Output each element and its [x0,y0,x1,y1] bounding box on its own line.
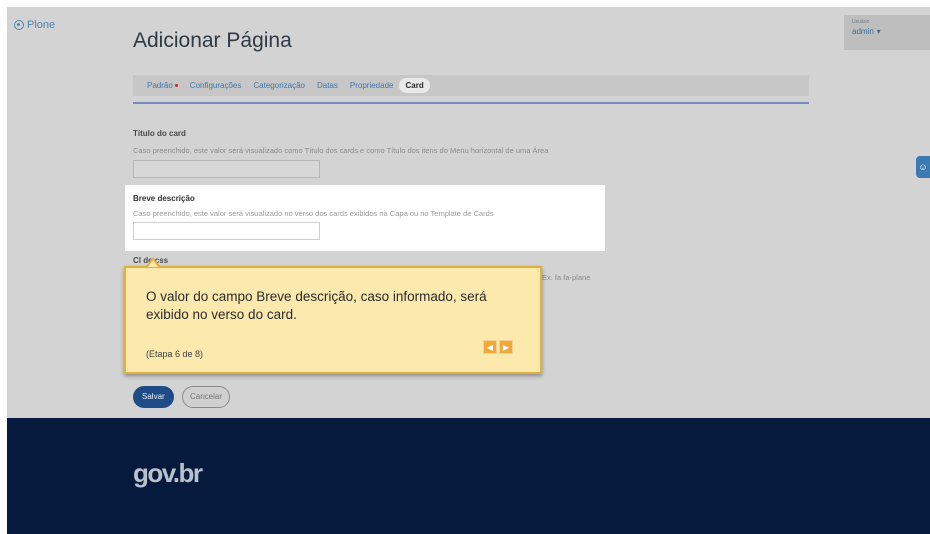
short-description-label: Breve descrição [133,194,195,203]
tour-next-button[interactable]: ▶ [499,340,513,354]
user-name: admin [852,27,874,36]
tour-tooltip: O valor do campo Breve descrição, caso i… [124,266,542,374]
govbr-logo[interactable]: gov.br [133,458,203,489]
accessibility-widget[interactable]: ☺ [916,156,930,178]
cancel-button[interactable]: Cancelar [182,386,231,408]
tab-label: Propriedade [349,81,394,90]
tab-label: Configurações [189,81,242,90]
tour-highlight-area: Breve descrição Caso preenchido, este va… [125,185,605,251]
browser-viewport: Plone Usuário admin ▾ Adicionar Página P… [7,7,930,534]
tour-prev-button[interactable]: ◀ [483,340,497,354]
chevron-right-icon: ▶ [502,342,510,352]
footer: gov.br [7,418,930,534]
css-class-help: Ex. fa fa-plane [542,273,591,282]
card-title-input[interactable] [133,160,320,178]
required-indicator-icon [174,84,178,87]
page-title: Adicionar Página [133,29,292,52]
tour-step-counter: (Etapa 6 de 8) [146,349,204,359]
tabs-underline [133,102,809,104]
tab-label: Datas [316,81,338,90]
tab-categorizacao[interactable]: Categorização [247,78,311,93]
card-title-label: Título do card [133,129,186,138]
tab-label: Categorização [253,81,305,90]
tab-configuracoes[interactable]: Configurações [184,78,248,93]
tour-message: O valor do campo Breve descrição, caso i… [146,289,487,322]
short-description-input[interactable] [133,222,320,240]
tooltip-arrow-inner [148,260,158,267]
tab-datas[interactable]: Datas [311,78,344,93]
tab-label: Card [405,81,424,90]
tab-padrao[interactable]: Padrão [141,78,184,93]
short-description-help: Caso preenchido, este valor será visuali… [133,209,494,218]
accessibility-icon: ☺ [918,162,928,172]
caret-down-icon: ▾ [876,27,881,36]
plone-logo-icon [14,20,24,30]
chevron-left-icon: ◀ [486,342,494,352]
plone-logo[interactable]: Plone [14,19,55,31]
save-button[interactable]: Salvar [133,386,174,408]
user-menu-name-wrap: admin ▾ [852,27,922,36]
tab-label: Padrão [147,81,173,90]
user-menu-caption: Usuário [852,19,870,25]
tab-propriedade[interactable]: Propriedade [344,78,400,93]
form-tabs: Padrão Configurações Categorização Datas… [133,75,809,96]
user-menu[interactable]: Usuário admin ▾ [844,15,930,50]
card-title-help: Caso preenchido, este valor será visuali… [133,146,549,155]
plone-logo-text: Plone [27,19,56,31]
tab-card[interactable]: Card [399,78,430,93]
